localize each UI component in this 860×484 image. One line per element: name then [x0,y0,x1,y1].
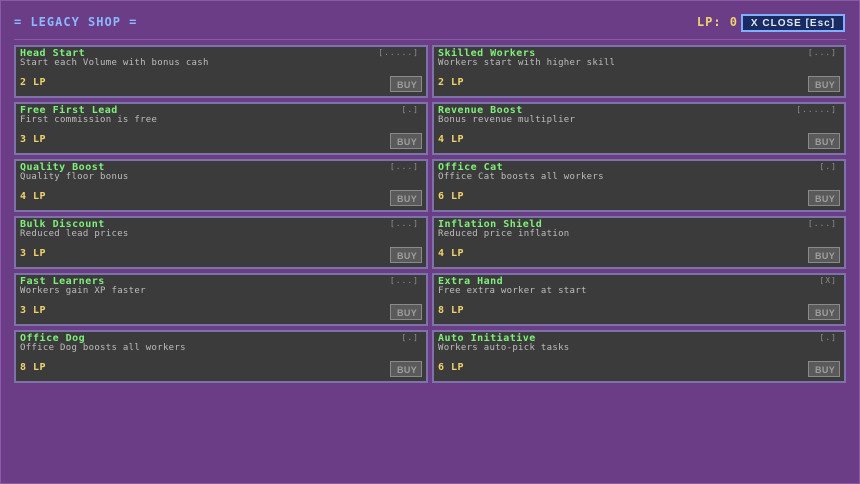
upgrade-cost: 4 LP [20,191,47,202]
upgrade-cost: 4 LP [438,134,465,145]
upgrade-description: Office Cat boosts all workers [438,172,604,182]
upgrade-description: Quality floor bonus [20,172,129,182]
buy-button[interactable]: BUY [808,190,840,206]
upgrade-level-indicator: [...] [807,219,837,228]
upgrade-level-indicator: [...] [389,276,419,285]
header-divider [14,39,846,40]
upgrade-card-auto-initiative: Auto Initiative Workers auto-pick tasks … [432,330,846,383]
legacy-points-counter: LP: 0 [696,15,738,29]
upgrade-card-quality-boost: Quality Boost Quality floor bonus [...] … [14,159,428,212]
upgrade-level-indicator: [...] [807,48,837,57]
upgrade-level-indicator: [.] [819,333,837,342]
upgrade-card-extra-hand: Extra Hand Free extra worker at start [X… [432,273,846,326]
shop-title: = LEGACY SHOP = [14,15,138,29]
upgrade-description: Reduced price inflation [438,229,570,239]
upgrade-cost: 6 LP [438,191,465,202]
upgrade-cost: 2 LP [20,77,47,88]
upgrade-level-indicator: [.....] [796,105,837,114]
upgrade-card-office-cat: Office Cat Office Cat boosts all workers… [432,159,846,212]
buy-button[interactable]: BUY [390,361,422,377]
buy-button[interactable]: BUY [390,304,422,320]
upgrade-description: Workers auto-pick tasks [438,343,570,353]
buy-button[interactable]: BUY [808,304,840,320]
upgrade-level-indicator: [.] [401,105,419,114]
upgrade-card-office-dog: Office Dog Office Dog boosts all workers… [14,330,428,383]
upgrade-description: Free extra worker at start [438,286,587,296]
upgrade-level-indicator: [...] [389,162,419,171]
shop-grid: Head Start Start each Volume with bonus … [14,45,846,383]
upgrade-description: Office Dog boosts all workers [20,343,186,353]
buy-button[interactable]: BUY [390,247,422,263]
upgrade-cost: 3 LP [20,305,47,316]
upgrade-card-revenue-boost: Revenue Boost Bonus revenue multiplier [… [432,102,846,155]
upgrade-card-head-start: Head Start Start each Volume with bonus … [14,45,428,98]
shop-header: = LEGACY SHOP = LP: 0 X CLOSE [Esc] [0,0,860,40]
upgrade-description: Workers start with higher skill [438,58,616,68]
upgrade-level-indicator: [.....] [378,48,419,57]
upgrade-cost: 8 LP [20,362,47,373]
close-button[interactable]: X CLOSE [Esc] [741,14,845,32]
upgrade-cost: 6 LP [438,362,465,373]
upgrade-cost: 3 LP [20,248,47,259]
buy-button[interactable]: BUY [808,76,840,92]
upgrade-level-indicator: [X] [819,276,837,285]
upgrade-description: Reduced lead prices [20,229,129,239]
buy-button[interactable]: BUY [808,361,840,377]
buy-button[interactable]: BUY [808,133,840,149]
buy-button[interactable]: BUY [390,76,422,92]
upgrade-description: Bonus revenue multiplier [438,115,576,125]
upgrade-card-free-first-lead: Free First Lead First commission is free… [14,102,428,155]
buy-button[interactable]: BUY [390,133,422,149]
upgrade-card-fast-learners: Fast Learners Workers gain XP faster [..… [14,273,428,326]
upgrade-cost: 8 LP [438,305,465,316]
upgrade-level-indicator: [.] [819,162,837,171]
buy-button[interactable]: BUY [390,190,422,206]
upgrade-card-skilled-workers: Skilled Workers Workers start with highe… [432,45,846,98]
upgrade-level-indicator: [.] [401,333,419,342]
upgrade-cost: 2 LP [438,77,465,88]
upgrade-cost: 3 LP [20,134,47,145]
upgrade-description: Workers gain XP faster [20,286,146,296]
upgrade-card-bulk-discount: Bulk Discount Reduced lead prices [...] … [14,216,428,269]
upgrade-description: First commission is free [20,115,158,125]
upgrade-card-inflation-shield: Inflation Shield Reduced price inflation… [432,216,846,269]
upgrade-description: Start each Volume with bonus cash [20,58,209,68]
buy-button[interactable]: BUY [808,247,840,263]
upgrade-cost: 4 LP [438,248,465,259]
upgrade-level-indicator: [...] [389,219,419,228]
